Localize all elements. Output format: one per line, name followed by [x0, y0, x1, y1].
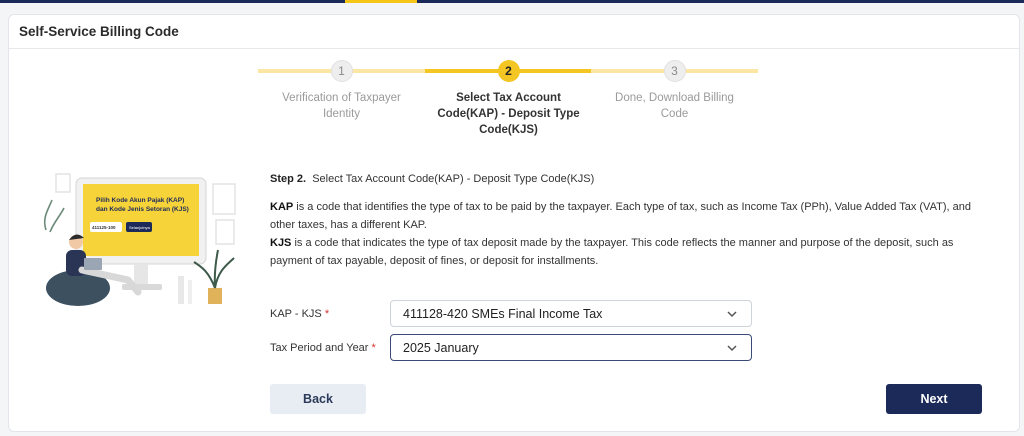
step-3-number: 3	[663, 60, 686, 82]
kap-kjs-select[interactable]: 411128-420 SMEs Final Income Tax	[390, 300, 752, 327]
next-button[interactable]: Next	[886, 384, 982, 414]
page-title: Self-Service Billing Code	[19, 24, 179, 39]
step-heading: Step 2. Select Tax Account Code(KAP) - D…	[270, 170, 990, 188]
stepper: 1 Verification of Taxpayer Identity 2 Se…	[258, 52, 758, 142]
kap-term: KAP	[270, 201, 294, 213]
kap-kjs-label: KAP - KJS *	[270, 308, 390, 320]
tax-period-label: Tax Period and Year *	[270, 342, 390, 354]
top-accent	[345, 0, 417, 3]
kjs-description: KJS is a code that indicates the type of…	[270, 234, 990, 270]
description: KAP is a code that identifies the type o…	[270, 198, 990, 270]
step-1-number: 1	[330, 60, 353, 82]
step-content: Step 2. Select Tax Account Code(KAP) - D…	[270, 170, 990, 270]
tax-period-label-text: Tax Period and Year	[270, 341, 369, 354]
step-1-label: Verification of Taxpayer Identity	[282, 92, 401, 120]
illus-code: 411125-100	[92, 225, 116, 230]
illus-button: Selanjutnya	[129, 225, 151, 230]
chevron-down-icon	[727, 344, 737, 351]
illus-line-2: dan Kode Jenis Setoran (KJS)	[96, 206, 189, 213]
kap-kjs-row: KAP - KJS * 411128-420 SMEs Final Income…	[270, 300, 752, 327]
step-title: Select Tax Account Code(KAP) - Deposit T…	[312, 173, 595, 185]
back-button[interactable]: Back	[270, 384, 366, 414]
step-2: 2 Select Tax Account Code(KAP) - Deposit…	[425, 52, 592, 138]
kjs-desc-text: is a code that indicates the type of tax…	[270, 237, 954, 267]
step-3: 3 Done, Download Billing Code	[591, 52, 758, 122]
tax-period-row: Tax Period and Year * 2025 January	[270, 334, 752, 361]
card-header: Self-Service Billing Code	[9, 15, 1019, 49]
tax-period-select[interactable]: 2025 January	[390, 334, 752, 361]
step-1: 1 Verification of Taxpayer Identity	[258, 52, 425, 122]
kjs-term: KJS	[270, 237, 292, 249]
top-progress-bar	[0, 0, 1024, 3]
illustration: Pilih Kode Akun Pajak (KAP) dan Kode Jen…	[43, 173, 236, 306]
kap-kjs-value: 411128-420 SMEs Final Income Tax	[403, 306, 603, 321]
kap-desc-text: is a code that identifies the type of ta…	[270, 201, 971, 231]
tax-period-value: 2025 January	[403, 340, 479, 355]
illus-line-1: Pilih Kode Akun Pajak (KAP)	[96, 197, 184, 204]
step-3-label: Done, Download Billing Code	[615, 92, 734, 120]
required-mark: *	[371, 341, 376, 354]
step-prefix: Step 2.	[270, 173, 307, 185]
required-mark: *	[324, 307, 330, 320]
kap-description: KAP is a code that identifies the type o…	[270, 198, 990, 234]
step-2-number: 2	[497, 60, 520, 82]
kap-kjs-label-text: KAP - KJS	[270, 307, 322, 320]
chevron-down-icon	[727, 310, 737, 317]
step-2-label: Select Tax Account Code(KAP) - Deposit T…	[437, 92, 580, 136]
